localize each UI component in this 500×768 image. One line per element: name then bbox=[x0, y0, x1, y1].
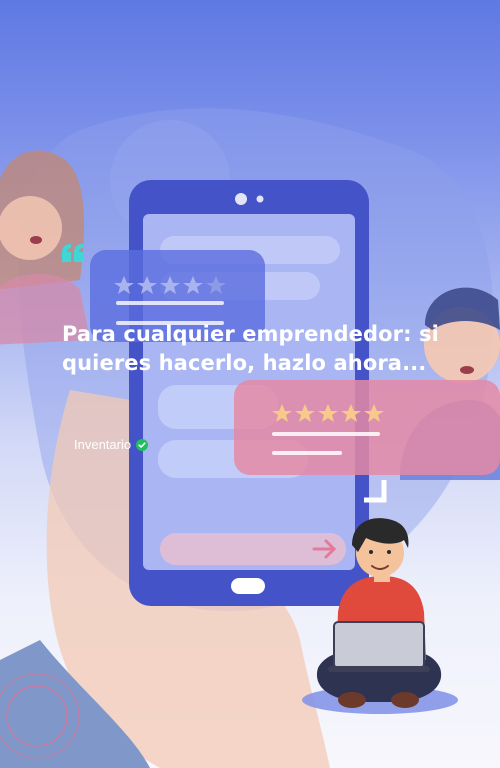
corner-bracket-icon bbox=[364, 480, 387, 503]
woman-face bbox=[0, 196, 62, 260]
testimonial-author: Inventario bbox=[74, 437, 149, 452]
man-mouth bbox=[460, 366, 474, 374]
phone-camera bbox=[235, 193, 247, 205]
phone-sensor bbox=[256, 195, 264, 203]
laptop-screen bbox=[333, 621, 425, 669]
verified-check-icon bbox=[136, 438, 149, 451]
boy-shoe-left bbox=[338, 692, 366, 708]
phone-home-button bbox=[231, 578, 265, 594]
review-card-right-line bbox=[272, 432, 380, 436]
laptop-base bbox=[328, 666, 430, 672]
testimonial-quote: Para cualquier emprendedor: si quieres h… bbox=[62, 322, 439, 375]
hero-illustration bbox=[0, 108, 500, 768]
author-name: Inventario bbox=[74, 437, 132, 452]
review-card-left-line bbox=[116, 301, 224, 305]
review-card-right bbox=[234, 380, 500, 475]
boy-eye bbox=[387, 550, 391, 554]
boy-shoe-right bbox=[391, 692, 419, 708]
quote-icon bbox=[62, 244, 83, 262]
boy-eye bbox=[369, 550, 373, 554]
review-card-right-line bbox=[272, 451, 342, 455]
woman-mouth bbox=[30, 236, 42, 244]
